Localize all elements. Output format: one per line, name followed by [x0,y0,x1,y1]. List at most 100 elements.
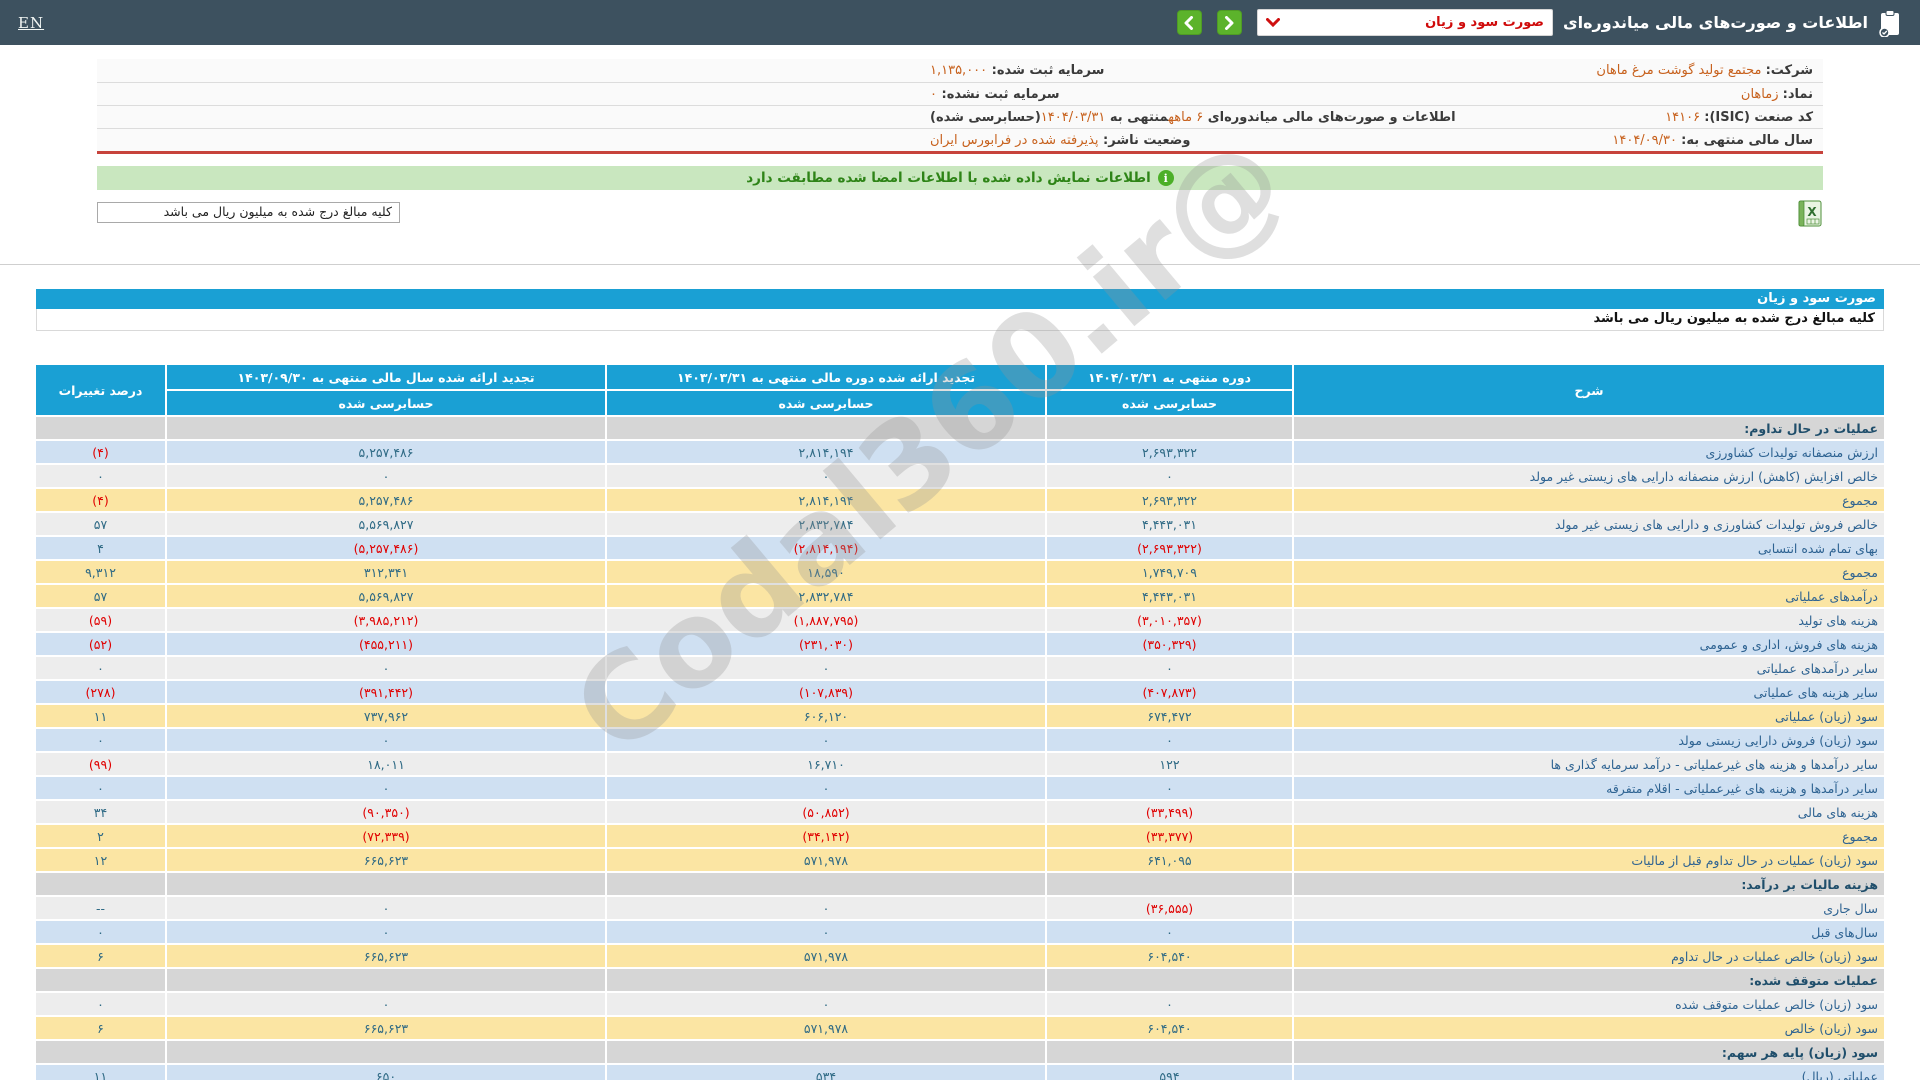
cell-description: سود (زیان) پایه هر سهم: [1294,1041,1884,1063]
company-info-table: شرکت: مجتمع تولید گوشت مرغ ماهان سرمایه ث… [97,59,1823,154]
cell-value: ۵۷۱,۹۷۸ [607,1017,1045,1039]
cell-change-percent [36,1041,165,1063]
cell-description: سایر درآمدها و هزینه های غیرعملیاتی - اق… [1294,777,1884,799]
cell-value: ۱۸,۵۹۰ [607,561,1045,583]
unit-note-select[interactable]: کلیه مبالغ درج شده به میلیون ریال می باش… [97,202,400,223]
cell-value: ۱۸,۰۱۱ [167,753,605,775]
table-row: سود (زیان) خالص عملیات در حال تداوم ۶۰۴,۵… [36,945,1884,967]
cell-value: (۳۳,۳۷۷) [1047,825,1292,847]
dropdown-arrow-icon [1265,18,1280,27]
cell-description: مجموع [1294,489,1884,511]
section-row: عملیات در حال تداوم: [36,417,1884,439]
cell-value [167,1041,605,1063]
excel-export-button[interactable]: X [1797,200,1823,231]
cell-value [167,969,605,991]
info-right-cell: شرکت: مجتمع تولید گوشت مرغ ماهان [1478,63,1823,78]
cell-description: سود (زیان) عملیاتی [1294,705,1884,727]
cell-description: سود (زیان) خالص عملیات متوقف شده [1294,993,1884,1015]
income-statement-table: شرح دوره منتهی به ۱۴۰۴/۰۳/۳۱ تجدید ارائه… [36,365,1884,1080]
cell-value: (۲,۶۹۳,۳۲۲) [1047,537,1292,559]
cell-change-percent: ۶ [36,1017,165,1039]
english-language-link[interactable]: EN [18,14,44,32]
page: اطلاعات و صورت‌های مالی میاندوره‌ای صورت… [0,0,1920,1080]
cell-description: سود (زیان) فروش دارایی زیستی مولد [1294,729,1884,751]
cell-value [607,969,1045,991]
cell-value: ۰ [1047,993,1292,1015]
table-row: مجموع ۱,۷۴۹,۷۰۹ ۱۸,۵۹۰ ۳۱۲,۳۴۱ ۹,۳۱۲ [36,561,1884,583]
info-label: اطلاعات و صورت‌های مالی میاندوره‌ای [1203,109,1456,125]
cell-value: ۲,۸۳۲,۷۸۴ [607,585,1045,607]
cell-value [1047,969,1292,991]
cell-value: ۲,۶۹۳,۳۲۲ [1047,441,1292,463]
cell-description: مجموع [1294,561,1884,583]
cell-value: ۶۶۵,۶۲۳ [167,945,605,967]
cell-value: ۵,۵۶۹,۸۲۷ [167,585,605,607]
cell-change-percent [36,969,165,991]
cell-value: (۳۳,۴۹۹) [1047,801,1292,823]
info-right-cell: نماد: زماهان [1478,87,1823,102]
cell-value: ۶۰۴,۵۴۰ [1047,1017,1292,1039]
info-mid-cell: وضعیت ناشر: پذیرفته شده در فرابورس ایران [97,133,1478,148]
banner-text: اطلاعات نمایش داده شده با اطلاعات امضا ش… [746,170,1151,186]
info-value: ۶ ماهه [1168,109,1204,125]
statement-type-dropdown[interactable]: صورت سود و زیان [1256,9,1553,36]
cell-value: ۵۷۱,۹۷۸ [607,849,1045,871]
info-value: ۱۴۱۰۶ [1665,109,1701,125]
table-row: ارزش منصفانه تولیدات کشاورزی ۲,۶۹۳,۳۲۲ ۲,۸… [36,441,1884,463]
info-label: سرمایه ثبت نشده: [936,86,1060,102]
section-divider [0,264,1920,265]
cell-value: ۰ [1047,921,1292,943]
cell-value: (۱,۸۸۷,۷۹۵) [607,609,1045,631]
cell-change-percent: ۵۷ [36,585,165,607]
cell-value [607,1041,1045,1063]
cell-value: ۰ [1047,465,1292,487]
cell-value: (۹۰,۳۵۰) [167,801,605,823]
table-row: سایر هزینه های عملیاتی (۴۰۷,۸۷۳) (۱۰۷,۸۳۹)… [36,681,1884,703]
cell-value: ۰ [607,657,1045,679]
cell-value [1047,1041,1292,1063]
info-label: کد صنعت (ISIC): [1704,109,1813,125]
cell-value: ۰ [607,777,1045,799]
cell-value [607,417,1045,439]
info-mid-cell: سرمایه ثبت شده: ۱,۱۳۵,۰۰۰ [97,63,1478,78]
cell-value: (۳,۹۸۵,۲۱۲) [167,609,605,631]
cell-change-percent: ۰ [36,657,165,679]
cell-value: ۱۶,۷۱۰ [607,753,1045,775]
table-row: هزینه های تولید (۳,۰۱۰,۳۵۷) (۱,۸۸۷,۷۹۵) (۳,… [36,609,1884,631]
page-title: اطلاعات و صورت‌های مالی میاندوره‌ای [1562,13,1868,32]
next-statement-button[interactable] [1216,10,1242,35]
cell-description: هزینه های مالی [1294,801,1884,823]
cell-value: ۶۵۰ [167,1065,605,1080]
cell-change-percent: ۱۱ [36,705,165,727]
cell-value: ۰ [167,729,605,751]
info-label: وضعیت ناشر: [1098,132,1191,148]
table-row: سود (زیان) عملیات در حال تداوم قبل از ما… [36,849,1884,871]
cell-value: ۰ [607,897,1045,919]
cell-change-percent: ۰ [36,777,165,799]
cell-change-percent: (۹۹) [36,753,165,775]
cell-description: سود (زیان) خالص [1294,1017,1884,1039]
statement-unit-note: کلیه مبالغ درج شده به میلیون ریال می باش… [36,309,1884,331]
topbar-right-cluster: اطلاعات و صورت‌های مالی میاندوره‌ای صورت… [1176,9,1902,37]
cell-description: سود (زیان) عملیات در حال تداوم قبل از ما… [1294,849,1884,871]
cell-value [1047,417,1292,439]
cell-value: ۵,۵۶۹,۸۲۷ [167,513,605,535]
cell-value: (۳۶,۵۵۵) [1047,897,1292,919]
cell-value: ۰ [167,465,605,487]
cell-change-percent: ۲ [36,825,165,847]
cell-value: ۴,۴۴۳,۰۳۱ [1047,585,1292,607]
top-bar: اطلاعات و صورت‌های مالی میاندوره‌ای صورت… [0,0,1920,45]
table-row: سود (زیان) خالص ۶۰۴,۵۴۰ ۵۷۱,۹۷۸ ۶۶۵,۶۲۳ ۶ [36,1017,1884,1039]
cell-change-percent [36,873,165,895]
info-right-cell: سال مالی منتهی به: ۱۴۰۴/۰۹/۳۰ [1478,133,1823,148]
dropdown-selected-value: صورت سود و زیان [1425,15,1544,30]
header-sharh: شرح [1294,365,1884,415]
cell-value: (۷۲,۳۳۹) [167,825,605,847]
cell-value: ۰ [1047,777,1292,799]
cell-description: هزینه های فروش، اداری و عمومی [1294,633,1884,655]
info-mid-cell: سرمایه ثبت نشده: ۰ [97,87,1478,102]
cell-value: (۲,۸۱۴,۱۹۴) [607,537,1045,559]
previous-statement-button[interactable] [1176,10,1202,35]
cell-description: سود (زیان) خالص عملیات در حال تداوم [1294,945,1884,967]
info-row: سال مالی منتهی به: ۱۴۰۴/۰۹/۳۰ وضعیت ناشر:… [97,128,1823,151]
